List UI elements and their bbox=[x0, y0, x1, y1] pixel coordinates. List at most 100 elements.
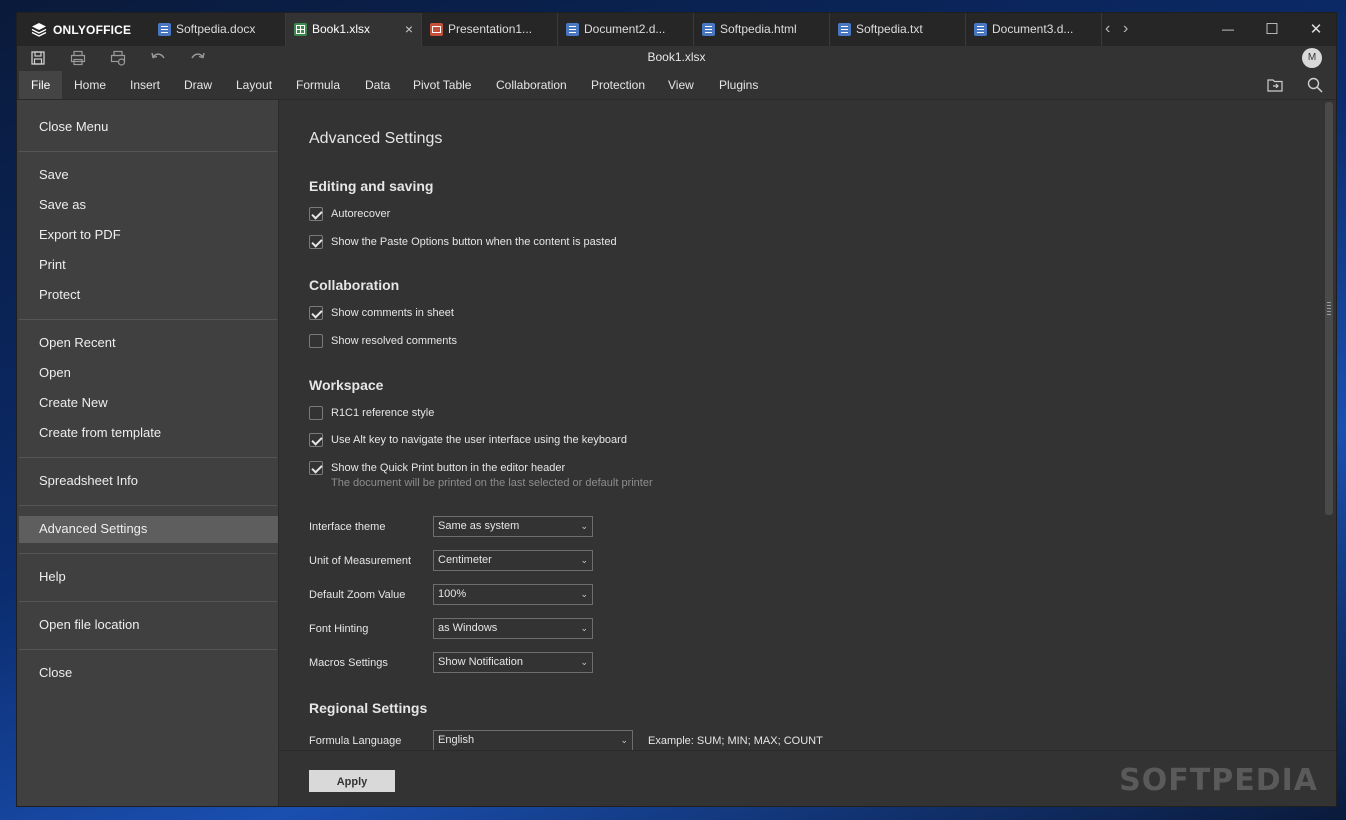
tab-label: Document3.d... bbox=[992, 22, 1074, 36]
maximize-icon[interactable]: ☐ bbox=[1250, 13, 1294, 46]
close-window-icon[interactable]: ✕ bbox=[1294, 13, 1336, 46]
title-bar: ONLYOFFICE Softpedia.docx Book1.xlsx × P… bbox=[17, 13, 1336, 46]
settings-footer: Apply SOFTPEDIA bbox=[279, 750, 1336, 806]
menu-protection[interactable]: Protection bbox=[579, 71, 657, 99]
divider bbox=[19, 553, 277, 554]
menu-pivot-table[interactable]: Pivot Table bbox=[401, 71, 483, 99]
menu-collaboration[interactable]: Collaboration bbox=[484, 71, 579, 99]
collaboration-heading: Collaboration bbox=[309, 277, 400, 293]
show-comments-checkbox[interactable] bbox=[309, 306, 323, 320]
document-title: Book1.xlsx bbox=[647, 50, 706, 64]
create-from-template-item[interactable]: Create from template bbox=[39, 420, 161, 446]
chevron-down-icon: ⌄ bbox=[580, 555, 588, 565]
unit-value: Centimeter bbox=[438, 554, 492, 566]
menu-view[interactable]: View bbox=[656, 71, 706, 99]
scrollbar-grip[interactable] bbox=[1327, 302, 1331, 316]
help-item[interactable]: Help bbox=[39, 564, 66, 590]
interface-theme-select[interactable]: Same as system ⌄ bbox=[433, 516, 593, 537]
menu-draw[interactable]: Draw bbox=[172, 71, 224, 99]
open-file-location-item[interactable]: Open file location bbox=[39, 612, 139, 638]
tabs-scroll-left-icon[interactable]: ‹ bbox=[1105, 13, 1110, 46]
page-title: Advanced Settings bbox=[309, 130, 443, 147]
regional-settings-heading: Regional Settings bbox=[309, 700, 428, 716]
quick-print-label: Show the Quick Print button in the edito… bbox=[331, 462, 566, 474]
tab-label: Softpedia.txt bbox=[856, 22, 923, 36]
softpedia-watermark: SOFTPEDIA bbox=[1119, 763, 1318, 798]
tab-document2[interactable]: Document2.d... bbox=[558, 13, 694, 46]
font-hinting-label: Font Hinting bbox=[309, 623, 369, 635]
document-icon bbox=[838, 23, 851, 36]
chevron-down-icon: ⌄ bbox=[580, 589, 588, 599]
document-icon bbox=[158, 23, 171, 36]
user-avatar[interactable]: M bbox=[1302, 48, 1322, 68]
print-item[interactable]: Print bbox=[39, 252, 66, 278]
macros-label: Macros Settings bbox=[309, 657, 388, 669]
autorecover-label: Autorecover bbox=[331, 208, 391, 220]
file-menu-panel: Close Menu Save Save as Export to PDF Pr… bbox=[17, 100, 279, 806]
menu-home[interactable]: Home bbox=[62, 71, 118, 99]
close-item[interactable]: Close bbox=[39, 660, 72, 686]
tab-presentation1[interactable]: Presentation1... bbox=[422, 13, 558, 46]
font-hinting-select[interactable]: as Windows ⌄ bbox=[433, 618, 593, 639]
tab-softpedia-html[interactable]: Softpedia.html bbox=[694, 13, 830, 46]
protect-item[interactable]: Protect bbox=[39, 282, 80, 308]
formula-language-select[interactable]: English ⌄ bbox=[433, 730, 633, 750]
zoom-select[interactable]: 100% ⌄ bbox=[433, 584, 593, 605]
spreadsheet-info-item[interactable]: Spreadsheet Info bbox=[39, 468, 138, 494]
document-icon bbox=[974, 23, 987, 36]
r1c1-checkbox[interactable] bbox=[309, 406, 323, 420]
apply-button[interactable]: Apply bbox=[309, 770, 395, 792]
paste-options-checkbox[interactable] bbox=[309, 235, 323, 249]
minimize-icon[interactable]: — bbox=[1206, 13, 1250, 46]
formula-language-value: English bbox=[438, 734, 475, 746]
alt-key-checkbox[interactable] bbox=[309, 433, 323, 447]
quick-print-note: The document will be printed on the last… bbox=[331, 477, 653, 489]
tabs-scroll-right-icon[interactable]: › bbox=[1123, 13, 1128, 46]
onlyoffice-logo[interactable]: ONLYOFFICE bbox=[31, 21, 131, 39]
quick-print-checkbox[interactable] bbox=[309, 461, 323, 475]
divider bbox=[19, 319, 277, 320]
tab-label: Book1.xlsx bbox=[312, 22, 371, 36]
macros-select[interactable]: Show Notification ⌄ bbox=[433, 652, 593, 673]
search-icon[interactable] bbox=[1306, 76, 1324, 94]
tab-label: Presentation1... bbox=[448, 22, 533, 36]
quick-access-toolbar: Book1.xlsx M bbox=[17, 46, 1336, 71]
tab-book1-xlsx[interactable]: Book1.xlsx × bbox=[286, 13, 422, 46]
tab-close-icon[interactable]: × bbox=[405, 13, 413, 46]
interface-theme-label: Interface theme bbox=[309, 521, 386, 533]
tab-label: Document2.d... bbox=[584, 22, 666, 36]
font-hinting-value: as Windows bbox=[438, 622, 498, 634]
spreadsheet-icon bbox=[294, 23, 307, 36]
menu-formula[interactable]: Formula bbox=[284, 71, 352, 99]
open-item[interactable]: Open bbox=[39, 360, 71, 386]
menu-plugins[interactable]: Plugins bbox=[707, 71, 770, 99]
unit-label: Unit of Measurement bbox=[309, 555, 412, 567]
create-new-item[interactable]: Create New bbox=[39, 390, 108, 416]
tab-label: Softpedia.html bbox=[720, 22, 797, 36]
tab-document3[interactable]: Document3.d... bbox=[966, 13, 1102, 46]
save-as-item[interactable]: Save as bbox=[39, 192, 86, 218]
save-item[interactable]: Save bbox=[39, 162, 69, 188]
show-resolved-label: Show resolved comments bbox=[331, 335, 457, 347]
show-resolved-checkbox[interactable] bbox=[309, 334, 323, 348]
menu-insert[interactable]: Insert bbox=[118, 71, 172, 99]
autorecover-checkbox[interactable] bbox=[309, 207, 323, 221]
close-menu-item[interactable]: Close Menu bbox=[39, 114, 108, 140]
tab-softpedia-docx[interactable]: Softpedia.docx bbox=[150, 13, 286, 46]
menu-file[interactable]: File bbox=[19, 71, 63, 99]
tab-softpedia-txt[interactable]: Softpedia.txt bbox=[830, 13, 966, 46]
menu-data[interactable]: Data bbox=[353, 71, 402, 99]
advanced-settings-item[interactable]: Advanced Settings bbox=[39, 516, 147, 542]
divider bbox=[19, 505, 277, 506]
menu-layout[interactable]: Layout bbox=[224, 71, 284, 99]
divider bbox=[19, 649, 277, 650]
export-pdf-item[interactable]: Export to PDF bbox=[39, 222, 121, 248]
divider bbox=[19, 151, 277, 152]
open-recent-item[interactable]: Open Recent bbox=[39, 330, 116, 356]
chevron-down-icon: ⌄ bbox=[580, 657, 588, 667]
divider bbox=[19, 601, 277, 602]
vertical-scrollbar[interactable] bbox=[1325, 102, 1333, 515]
document-icon bbox=[566, 23, 579, 36]
open-folder-icon[interactable] bbox=[1266, 76, 1284, 94]
unit-select[interactable]: Centimeter ⌄ bbox=[433, 550, 593, 571]
